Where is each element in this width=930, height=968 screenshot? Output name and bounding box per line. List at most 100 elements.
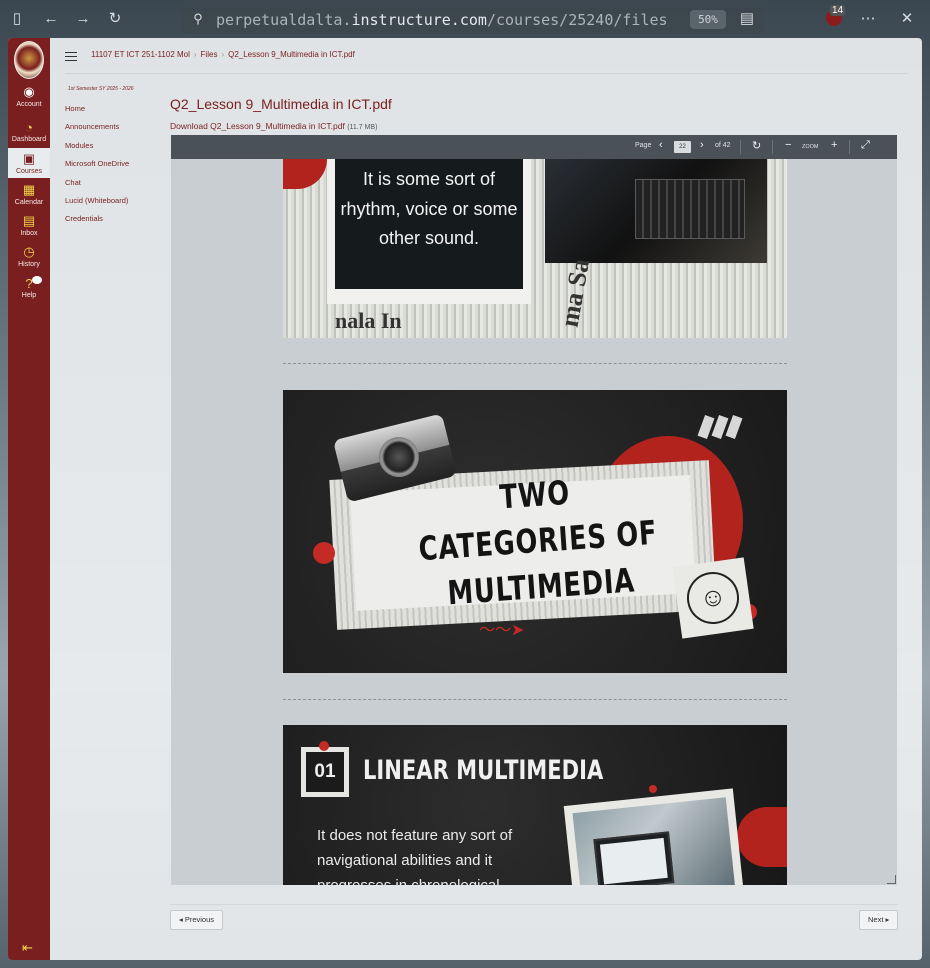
rotate-icon[interactable]: ↻ [752, 139, 761, 152]
nav-history-label: History [18, 261, 40, 268]
url-text[interactable]: perpetualdalta.instructure.com/courses/2… [216, 11, 686, 29]
course-nav-credentials[interactable]: Credentials [65, 214, 165, 232]
nav-dashboard[interactable]: ◔ Dashboard [8, 120, 50, 143]
sidebar-toggle-icon[interactable]: ▯ [6, 8, 28, 30]
red-accent-shape [737, 807, 787, 867]
slide-text: It is some sort of rhythm, voice or some… [340, 169, 518, 248]
pushpin-icon [313, 542, 335, 564]
page-separator [283, 699, 787, 700]
site-info-icon[interactable]: ⚲ [187, 8, 209, 30]
course-nav-home[interactable]: Home [65, 104, 165, 122]
forward-icon[interactable]: → [72, 8, 94, 30]
next-page-icon[interactable]: › [700, 139, 704, 151]
audio-studio-photo [545, 159, 767, 263]
history-icon: ◷ [23, 244, 35, 259]
nav-calendar-label: Calendar [14, 199, 44, 206]
pdf-toolbar: Page ‹ 22 › of 42 ↻ − ZOOM + ⤢ [171, 135, 897, 159]
nav-dashboard-label: Dashboard [11, 136, 47, 143]
breadcrumb-files[interactable]: Files [201, 50, 218, 59]
url-host: instructure.com [351, 11, 487, 29]
squiggle-arrow-icon: 〜〜➤ [479, 622, 525, 639]
nav-account-label: Account [16, 101, 42, 108]
nav-inbox[interactable]: ▤ Inbox [8, 213, 50, 237]
account-icon: ◉ [23, 84, 35, 99]
course-nav-lucid[interactable]: Lucid (Whiteboard) [65, 196, 165, 214]
red-accent-shape [283, 159, 327, 189]
header-divider [65, 73, 908, 74]
nav-courses-label: Courses [15, 168, 43, 175]
breadcrumb: 11107 ET ICT 251-1102 Mol › Files › Q2_Lesso… [91, 50, 355, 59]
course-menu-toggle-icon[interactable] [65, 52, 77, 61]
download-link[interactable]: Download Q2_Lesson 9_Multimedia in ICT.p… [170, 121, 377, 131]
newspaper-word: ma Sa [554, 256, 596, 330]
toolbar-divider [849, 140, 850, 154]
smiley-icon: ☺ [683, 568, 743, 628]
browser-toolbar: ▯ ← → ↻ ⚲ perpetualdalta.instructure.com… [0, 0, 930, 38]
slide-body: It does not feature any sort of navigati… [317, 827, 513, 885]
reader-mode-icon[interactable]: ▤ [736, 8, 758, 30]
zoom-out-icon[interactable]: − [785, 139, 791, 151]
newspaper-word: nala In [335, 308, 402, 333]
course-nav-modules[interactable]: Modules [65, 141, 165, 159]
page-total: of 42 [715, 142, 731, 149]
prev-page-icon[interactable]: ‹ [659, 139, 663, 151]
canvas-app: ◉ Account ◔ Dashboard ▣ Courses ▦ Calend… [8, 38, 922, 960]
collapse-nav-icon[interactable]: ⇤ [22, 940, 33, 956]
slide-title: LINEAR MULTIMEDIA [363, 755, 604, 786]
breadcrumb-file: Q2_Lesson 9_Multimedia in ICT.pdf [228, 50, 355, 59]
page-number-input[interactable]: 22 [674, 141, 691, 153]
pdf-page-21: It is some sort of rhythm, voice or some… [283, 159, 787, 338]
next-button[interactable]: Next ▸ [859, 910, 899, 930]
nav-account[interactable]: ◉ Account [8, 84, 50, 108]
course-nav-chat[interactable]: Chat [65, 178, 165, 196]
reload-icon[interactable]: ↻ [104, 8, 126, 30]
pdf-page-22: TWO CATEGORIES OF MULTIMEDIA ☺ 〜〜➤ [283, 390, 787, 673]
slide-number: 01 [306, 752, 344, 792]
toolbar-divider [740, 140, 741, 154]
page-title: Q2_Lesson 9_Multimedia in ICT.pdf [170, 96, 392, 112]
previous-button[interactable]: ◂ Previous [170, 910, 224, 930]
nav-history[interactable]: ◷ History [8, 244, 50, 268]
nav-help[interactable]: ? Help [8, 276, 50, 299]
decorative-marks [697, 414, 743, 443]
help-icon: ? [25, 276, 33, 291]
url-path: /courses/25240/files [486, 11, 668, 29]
pushpin-icon [649, 785, 657, 793]
breadcrumb-course[interactable]: 11107 ET ICT 251-1102 Mol [91, 50, 190, 59]
pdf-viewer[interactable]: Page ‹ 22 › of 42 ↻ − ZOOM + ⤢ It is som… [171, 135, 897, 885]
calendar-icon: ▦ [22, 182, 36, 197]
smiley-photo: ☺ [672, 557, 754, 639]
more-menu-icon[interactable]: ⋯ [857, 8, 879, 30]
number-badge: 01 [301, 747, 349, 797]
pdf-page-23: 01 LINEAR MULTIMEDIA It does not feature… [283, 725, 787, 885]
slide-title: TWO CATEGORIES OF MULTIMEDIA [417, 472, 659, 613]
zoom-in-icon[interactable]: + [831, 139, 837, 151]
page-label: Page [635, 142, 652, 149]
nav-inbox-label: Inbox [20, 230, 38, 237]
help-notification-dot [32, 276, 42, 284]
close-icon[interactable]: ✕ [896, 8, 918, 30]
nav-courses[interactable]: ▣ Courses [8, 148, 50, 178]
course-nav-onedrive[interactable]: Microsoft OneDrive [65, 159, 165, 177]
footer-divider [170, 904, 898, 905]
school-logo[interactable] [14, 41, 44, 79]
course-nav-announcements[interactable]: Announcements [65, 122, 165, 140]
dashboard-icon: ◔ [25, 120, 33, 135]
term-label: 1st Semester SY 2025 - 2026 [68, 86, 134, 92]
back-icon[interactable]: ← [40, 8, 62, 30]
nav-calendar[interactable]: ▦ Calendar [8, 182, 50, 206]
pushpin-icon [319, 741, 329, 751]
fullscreen-icon[interactable]: ⤢ [861, 139, 870, 152]
file-size: (11.7 MB) [347, 124, 378, 131]
extension-count: 14 [830, 5, 846, 16]
url-prefix: perpetualdalta. [216, 11, 352, 29]
inbox-icon: ▤ [22, 213, 36, 228]
resize-grip-icon[interactable] [887, 875, 896, 884]
whiteboard-photo [563, 788, 745, 885]
page-separator [283, 363, 787, 364]
zoom-badge[interactable]: 50% [690, 10, 726, 29]
nav-help-label: Help [21, 292, 37, 299]
address-bar[interactable]: ⚲ perpetualdalta.instructure.com/courses… [181, 4, 764, 34]
download-label[interactable]: Download Q2_Lesson 9_Multimedia in ICT.p… [170, 121, 345, 131]
course-nav: 1st Semester SY 2025 - 2026 Home Announc… [65, 86, 165, 233]
